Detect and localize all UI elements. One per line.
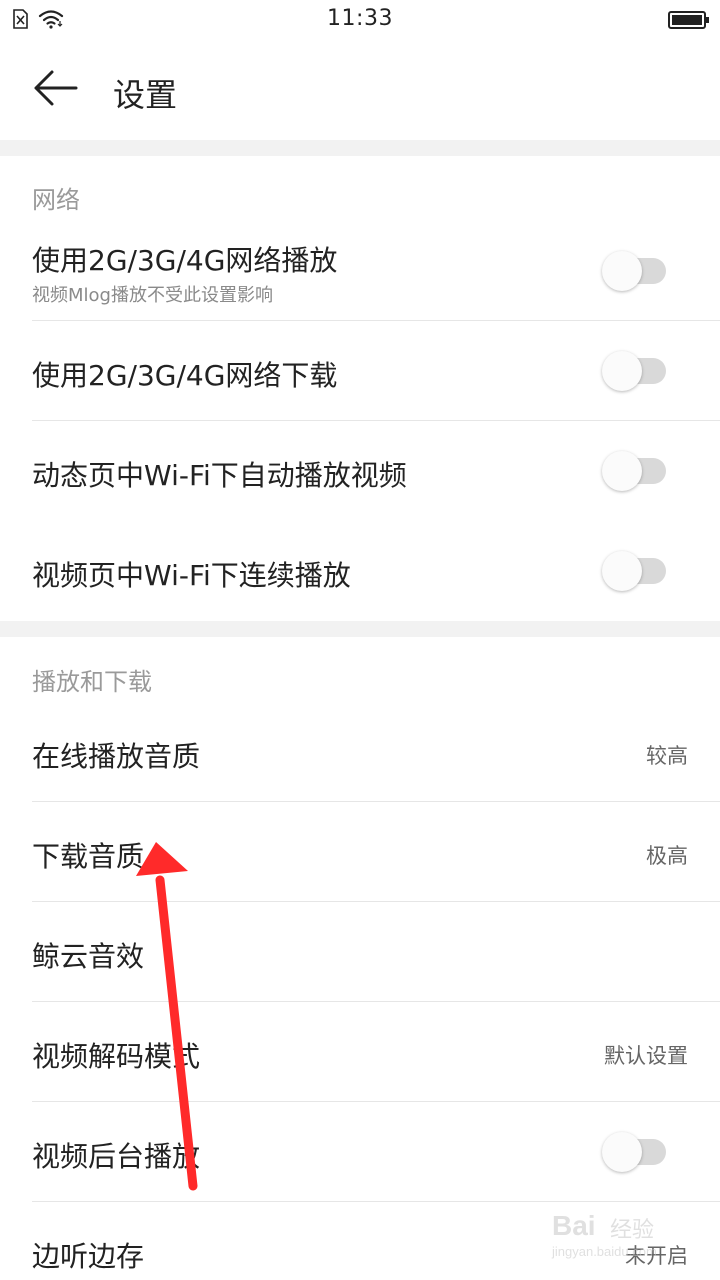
toggle-mobile-download[interactable]: [602, 351, 666, 391]
toggle-background-play[interactable]: [602, 1132, 666, 1172]
setting-label: 视频解码模式: [32, 1040, 201, 1073]
setting-row-online-quality[interactable]: 在线播放音质 较高: [0, 702, 720, 802]
setting-value: 较高: [646, 744, 688, 768]
section-divider: [0, 140, 720, 156]
toggle-video-continuous[interactable]: [602, 551, 666, 591]
section-header-playback: 播放和下载: [32, 668, 152, 696]
setting-row-mobile-play[interactable]: 使用2G/3G/4G网络播放 视频Mlog播放不受此设置影响: [0, 221, 720, 321]
setting-label: 视频后台播放: [32, 1140, 201, 1173]
baidu-watermark: Bai 经验 jingyan.baidu.com: [552, 1206, 712, 1268]
setting-subtitle: 视频Mlog播放不受此设置影响: [32, 285, 273, 306]
toggle-feed-autoplay[interactable]: [602, 451, 666, 491]
status-bar: 11:33: [0, 0, 720, 40]
setting-label: 边听边存: [32, 1240, 145, 1273]
section-divider: [0, 621, 720, 637]
setting-row-mobile-download[interactable]: 使用2G/3G/4G网络下载: [0, 321, 720, 421]
toggle-knob: [602, 251, 642, 291]
watermark-product: 经验: [610, 1218, 655, 1243]
back-arrow-icon[interactable]: [32, 68, 78, 108]
setting-label: 在线播放音质: [32, 740, 201, 773]
setting-label: 下载音质: [32, 840, 145, 873]
watermark-brand: Bai: [552, 1210, 596, 1241]
section-header-network: 网络: [32, 186, 80, 214]
toggle-knob: [602, 451, 642, 491]
app-bar: 设置: [0, 40, 720, 140]
setting-label: 使用2G/3G/4G网络播放: [32, 244, 338, 277]
setting-row-download-quality[interactable]: 下载音质 极高: [0, 802, 720, 902]
setting-row-decode-mode[interactable]: 视频解码模式 默认设置: [0, 1002, 720, 1102]
setting-value: 默认设置: [604, 1044, 688, 1068]
setting-label: 鲸云音效: [32, 940, 145, 973]
battery-icon: [668, 11, 709, 29]
setting-label: 动态页中Wi-Fi下自动播放视频: [32, 459, 407, 492]
toggle-knob: [602, 351, 642, 391]
setting-row-feed-autoplay[interactable]: 动态页中Wi-Fi下自动播放视频: [0, 421, 720, 521]
watermark-url: jingyan.baidu.com: [552, 1244, 657, 1259]
setting-row-video-continuous[interactable]: 视频页中Wi-Fi下连续播放: [0, 521, 720, 621]
setting-value: 极高: [646, 844, 688, 868]
toggle-knob: [602, 1132, 642, 1172]
toggle-knob: [602, 551, 642, 591]
setting-label: 使用2G/3G/4G网络下载: [32, 359, 338, 392]
setting-row-background-play[interactable]: 视频后台播放: [0, 1102, 720, 1202]
status-time: 11:33: [327, 6, 393, 31]
setting-label: 视频页中Wi-Fi下连续播放: [32, 559, 351, 592]
setting-row-sound-effect[interactable]: 鲸云音效: [0, 902, 720, 1002]
page-title: 设置: [113, 76, 178, 114]
toggle-mobile-play[interactable]: [602, 251, 666, 291]
